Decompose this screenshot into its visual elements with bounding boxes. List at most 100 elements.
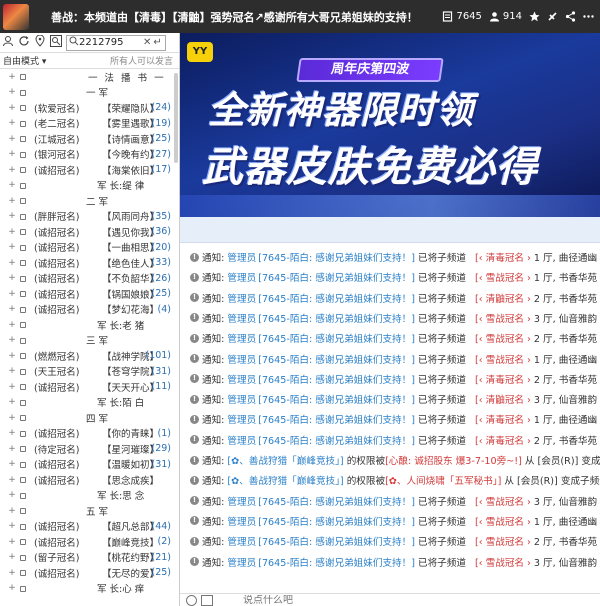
- sender-link[interactable]: [7645-陌白: 感谢兄弟姐妹们支持！]: [258, 514, 415, 528]
- expand-icon[interactable]: +: [7, 413, 17, 423]
- sponsor-tag[interactable]: [‹ 清毒冠名 ›: [475, 375, 531, 386]
- expand-icon[interactable]: +: [7, 428, 17, 438]
- sponsor-tag[interactable]: [‹ 雪战冠名 ›: [475, 334, 531, 345]
- expand-icon[interactable]: +: [7, 397, 17, 407]
- sender-link[interactable]: [✿、善战狩猎「巅峰竞技」]: [227, 473, 343, 487]
- channel-row[interactable]: + (软爱冠名) 【荣耀隐队】 (24): [0, 100, 179, 116]
- expand-icon[interactable]: +: [7, 211, 17, 221]
- channel-row[interactable]: + (燃燃冠名) 【战神学院】 (101): [0, 348, 179, 364]
- sender-link[interactable]: [7645-陌白: 感谢兄弟姐妹们支持！]: [258, 270, 415, 284]
- channel-row[interactable]: + (诚招冠名) 【海棠依旧】 (17): [0, 162, 179, 178]
- sender-link[interactable]: [7645-陌白: 感谢兄弟姐妹们支持！]: [258, 555, 415, 569]
- group-row[interactable]: + 二 军: [0, 193, 179, 209]
- expand-icon[interactable]: +: [7, 273, 17, 283]
- channel-row[interactable]: + (银河冠名) 【今晚有约】 (27): [0, 147, 179, 163]
- sender-link[interactable]: [✿、善战狩猎「巅峰竞技」]: [227, 453, 343, 467]
- channel-row[interactable]: + (诚招冠名) 【温暖如初】 (31): [0, 457, 179, 473]
- sender-link[interactable]: [7645-陌白: 感谢兄弟姐妹们支持！]: [258, 311, 415, 325]
- refresh-icon[interactable]: [18, 35, 30, 50]
- sponsor-tag[interactable]: [‹ 雪战冠名 ›: [475, 537, 531, 548]
- sender-link[interactable]: [7645-陌白: 感谢兄弟姐妹们支持！]: [258, 412, 415, 426]
- sponsor-tag[interactable]: [‹ 雪战冠名 ›: [475, 497, 531, 508]
- channel-row[interactable]: + (诚招冠名) 【不负韶华】 (26): [0, 271, 179, 287]
- expand-icon[interactable]: +: [7, 258, 17, 268]
- sender-link[interactable]: [7645-陌白: 感谢兄弟姐妹们支持！]: [258, 331, 415, 345]
- group-row[interactable]: + 四 军: [0, 410, 179, 426]
- leader-row[interactable]: + 军 长:缇 律: [0, 178, 179, 194]
- expand-icon[interactable]: +: [7, 459, 17, 469]
- sponsor-tag[interactable]: [‹ 雪战冠名 ›: [475, 355, 531, 366]
- channel-row[interactable]: + (诚招冠名) 【超凡总部】 (44): [0, 519, 179, 535]
- group-row[interactable]: + 五 军: [0, 503, 179, 519]
- sender-link[interactable]: [7645-陌白: 感谢兄弟姐妹们支持！]: [258, 291, 415, 305]
- sponsor-tag[interactable]: [‹ 清毒冠名 ›: [475, 436, 531, 447]
- channel-row[interactable]: + (诚招冠名) 【绝色佳人】 (33): [0, 255, 179, 271]
- channel-row[interactable]: + (诚招冠名) 【天天开心】 (11): [0, 379, 179, 395]
- expand-icon[interactable]: +: [7, 537, 17, 547]
- location-icon[interactable]: [34, 34, 46, 50]
- expand-icon[interactable]: +: [7, 568, 17, 578]
- expand-icon[interactable]: +: [7, 444, 17, 454]
- group-row[interactable]: + 三 军: [0, 333, 179, 349]
- expand-icon[interactable]: +: [7, 72, 17, 82]
- target-user[interactable]: [✿、人间烧啸「五军秘书」]: [385, 473, 501, 487]
- sponsor-tag[interactable]: [‹ 雪战冠名 ›: [475, 558, 531, 569]
- channel-row[interactable]: + (留子冠名) 【桃花约野】 (21): [0, 550, 179, 566]
- expand-icon[interactable]: +: [7, 382, 17, 392]
- channel-row[interactable]: + (天王冠名) 【苍穹学院】 (31): [0, 364, 179, 380]
- expand-icon[interactable]: +: [7, 134, 17, 144]
- expand-icon[interactable]: +: [7, 242, 17, 252]
- expand-icon[interactable]: +: [7, 583, 17, 593]
- sender-link[interactable]: [7645-陌白: 感谢兄弟姐妹们支持！]: [258, 534, 415, 548]
- search-toggle-icon[interactable]: [50, 35, 62, 50]
- group-row[interactable]: + 一 军: [0, 85, 179, 101]
- expand-icon[interactable]: +: [7, 180, 17, 190]
- expand-icon[interactable]: +: [7, 118, 17, 128]
- sponsor-tag[interactable]: [‹ 雪战冠名 ›: [475, 517, 531, 528]
- channel-row[interactable]: + (诚招冠名) 【你的青睐】 (1): [0, 426, 179, 442]
- search-input[interactable]: [79, 37, 143, 48]
- sender-link[interactable]: [7645-陌白: 感谢兄弟姐妹们支持！]: [258, 352, 415, 366]
- sponsor-tag[interactable]: [‹ 雪战冠名 ›: [475, 314, 531, 325]
- channel-row[interactable]: + (老二冠名) 【雾里遇歌】 (19): [0, 116, 179, 132]
- person-icon[interactable]: [2, 35, 14, 50]
- sponsor-tag[interactable]: [‹ 雪战冠名 ›: [475, 273, 531, 284]
- promo-banner[interactable]: YY 周年庆第四波 全新神器限时领 武器皮肤免费必得: [180, 33, 600, 217]
- leader-row[interactable]: + 军 长:心 痒: [0, 581, 179, 597]
- expand-icon[interactable]: +: [7, 165, 17, 175]
- expand-icon[interactable]: +: [7, 335, 17, 345]
- pin-icon[interactable]: [547, 11, 558, 22]
- expand-icon[interactable]: +: [7, 304, 17, 314]
- channel-row[interactable]: + (胖胖冠名) 【风雨同舟】 (35): [0, 209, 179, 225]
- star-icon[interactable]: [529, 11, 540, 22]
- expand-icon[interactable]: +: [7, 506, 17, 516]
- share-icon[interactable]: [565, 11, 576, 22]
- expand-icon[interactable]: +: [7, 196, 17, 206]
- clear-icon[interactable]: ✕: [143, 37, 151, 48]
- expand-icon[interactable]: +: [7, 227, 17, 237]
- channel-row[interactable]: + (诚招冠名) 【一曲相思】 (20): [0, 240, 179, 256]
- sender-link[interactable]: [7645-陌白: 感谢兄弟姐妹们支持！]: [258, 494, 415, 508]
- sender-link[interactable]: [7645-陌白: 感谢兄弟姐妹们支持！]: [258, 433, 415, 447]
- expand-icon[interactable]: +: [7, 490, 17, 500]
- expand-icon[interactable]: +: [7, 289, 17, 299]
- expand-icon[interactable]: +: [7, 103, 17, 113]
- mode-select[interactable]: 自由模式 ▾: [3, 54, 46, 67]
- enter-icon[interactable]: ↵: [153, 37, 161, 48]
- tree-scrollbar[interactable]: [174, 73, 178, 163]
- chat-input[interactable]: [243, 594, 393, 606]
- emoji-icon[interactable]: [186, 594, 197, 606]
- channel-row[interactable]: + (诚招冠名) 【锅国娘娘】 (25): [0, 286, 179, 302]
- channel-row[interactable]: + (诚招冠名) 【遇见你我】 (36): [0, 224, 179, 240]
- channel-row[interactable]: + (诚招冠名) 【巅峰竞技】 (2): [0, 534, 179, 550]
- channel-row[interactable]: + (待定冠名) 【星河璀璨】 (29): [0, 441, 179, 457]
- leader-row[interactable]: + 军 长:思 念: [0, 488, 179, 504]
- expand-icon[interactable]: +: [7, 149, 17, 159]
- sender-link[interactable]: [7645-陌白: 感谢兄弟姐妹们支持！]: [258, 250, 415, 264]
- expand-icon[interactable]: +: [7, 320, 17, 330]
- expand-icon[interactable]: +: [7, 351, 17, 361]
- expand-icon[interactable]: +: [7, 552, 17, 562]
- sender-link[interactable]: [7645-陌白: 感谢兄弟姐妹们支持！]: [258, 372, 415, 386]
- header-row[interactable]: + 一 法 播 书 一: [0, 69, 179, 85]
- channel-row[interactable]: + (诚招冠名) 【梦幻花海】 (4): [0, 302, 179, 318]
